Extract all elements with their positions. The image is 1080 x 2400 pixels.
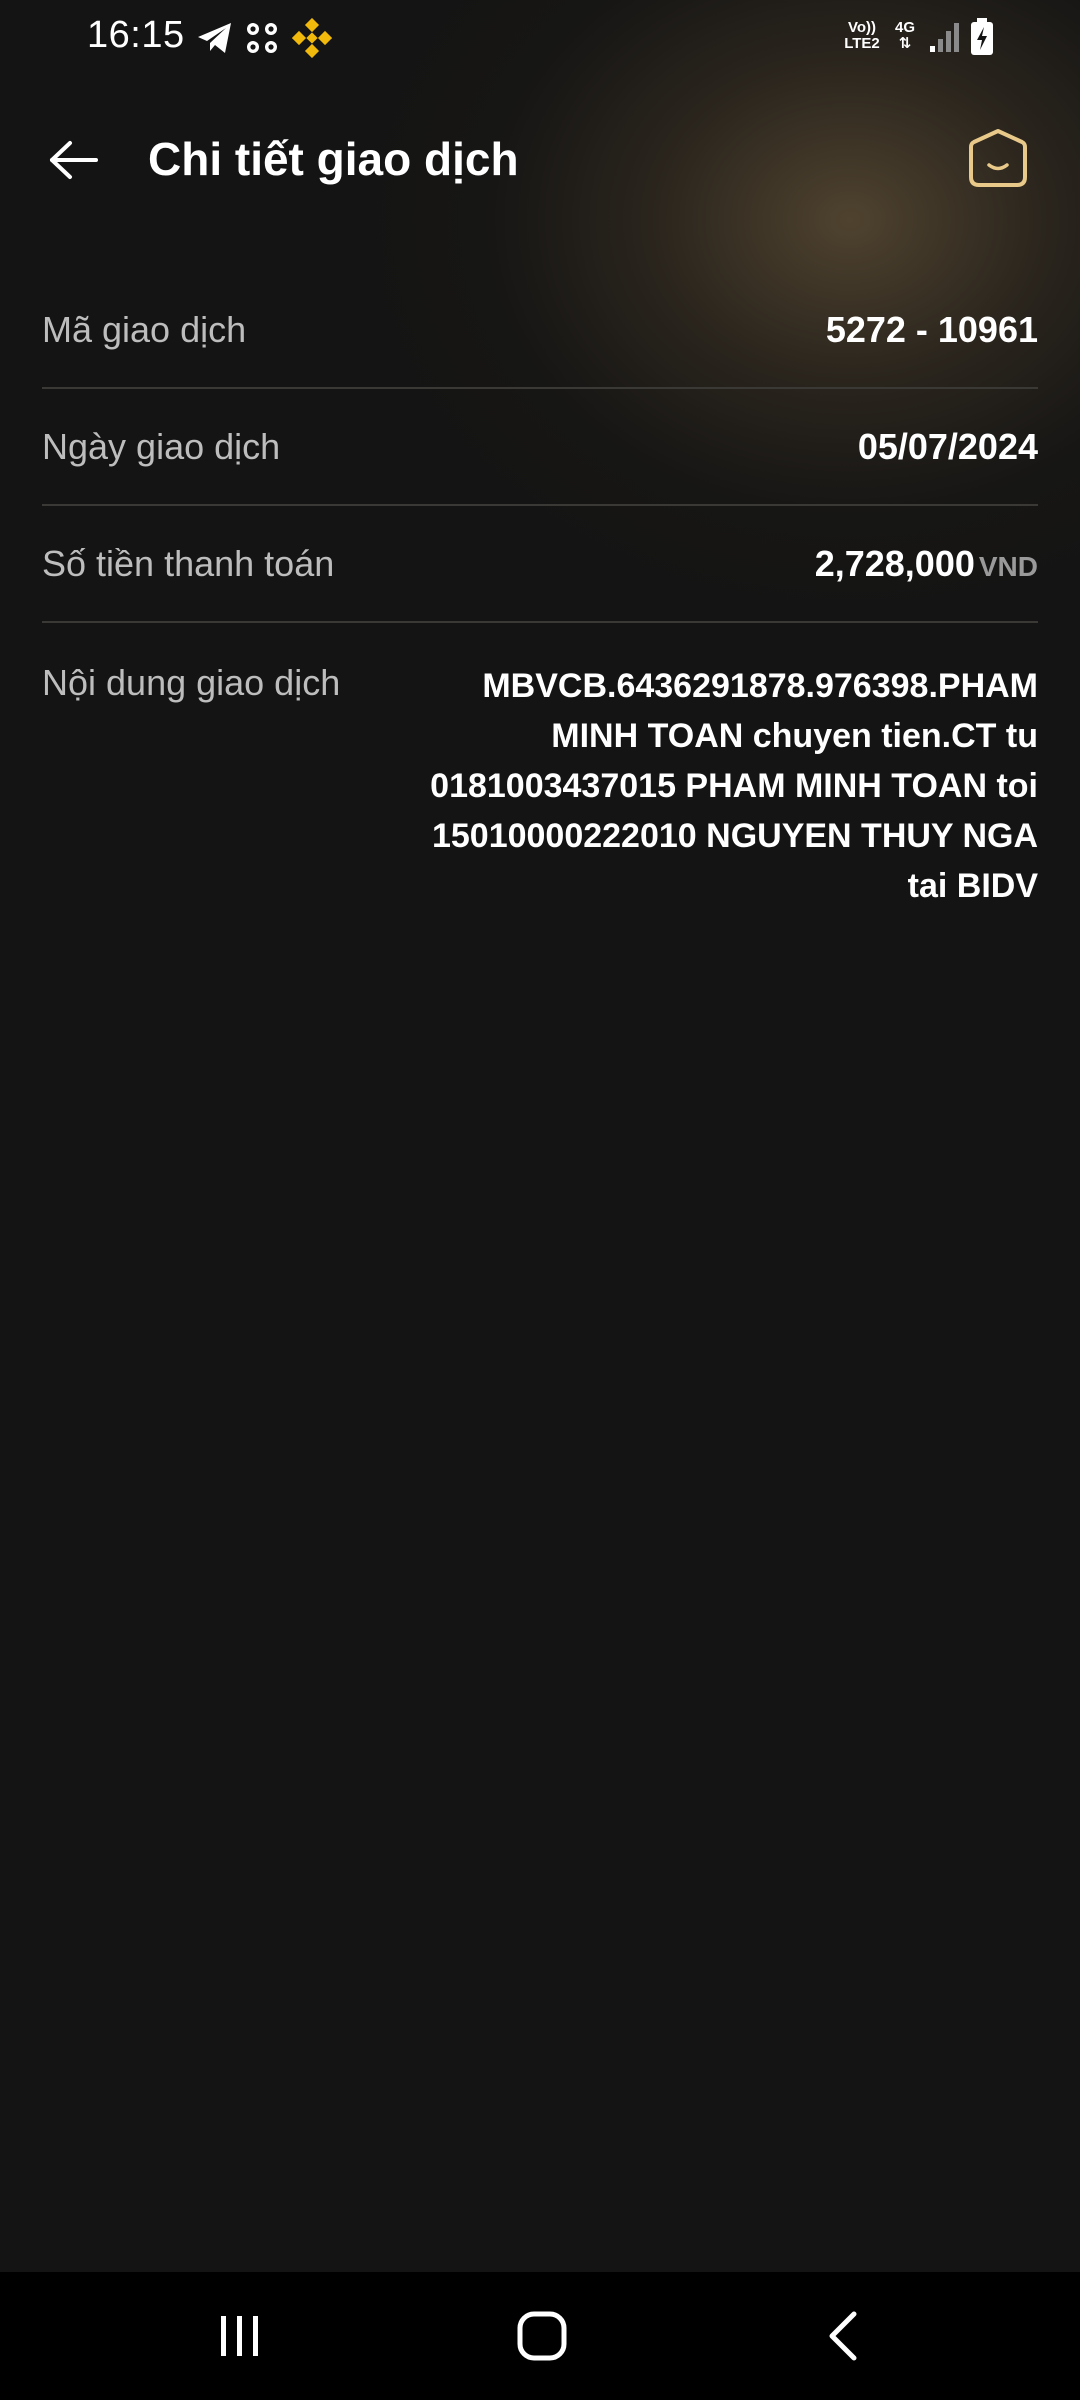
- binance-icon: [292, 18, 332, 58]
- home-nav-button[interactable]: [482, 2296, 602, 2376]
- data-type-label: 4G ⇅: [894, 19, 915, 52]
- arrow-left-icon: [50, 141, 98, 179]
- home-button[interactable]: [960, 118, 1036, 198]
- detail-row-transaction-id: Mã giao dịch 5272 - 10961: [42, 272, 1038, 389]
- status-bar: 16:15 Vo)) LTE2 4G ⇅: [0, 0, 1080, 80]
- data-arrows-icon: ⇅: [898, 35, 912, 52]
- detail-row-transaction-date: Ngày giao dịch 05/07/2024: [42, 389, 1038, 506]
- payment-amount-value-wrap: 2,728,000 VND: [815, 542, 1038, 589]
- transaction-content-value: MBVCB.6436291878.976398.PHAM MINH TOAN c…: [430, 667, 1038, 905]
- transaction-date-value: 05/07/2024: [857, 426, 1038, 467]
- battery-charging-icon: [971, 18, 993, 55]
- system-nav-bar: [0, 2272, 1080, 2400]
- back-icon: [829, 2311, 857, 2361]
- telegram-icon: [198, 23, 231, 53]
- detail-row-payment-amount: Số tiền thanh toán 2,728,000 VND: [42, 506, 1038, 623]
- transaction-content-label: Nội dung giao dịch: [42, 662, 341, 703]
- recent-apps-icon: [221, 2316, 258, 2356]
- recent-apps-button[interactable]: [180, 2296, 300, 2376]
- app-header: Chi tiết giao dịch: [0, 110, 1080, 210]
- detail-row-transaction-content: Nội dung giao dịch MBVCB.6436291878.9763…: [42, 623, 1038, 911]
- transaction-detail-screen: 16:15 Vo)) LTE2 4G ⇅ Chi tiết giao dịch …: [0, 0, 1080, 2400]
- payment-amount-label: Số tiền thanh toán: [42, 543, 335, 584]
- page-title: Chi tiết giao dịch: [148, 133, 519, 185]
- home-button-icon: [517, 2311, 567, 2361]
- transaction-date-label: Ngày giao dịch: [42, 426, 281, 467]
- transaction-id-label: Mã giao dịch: [42, 309, 247, 350]
- status-time: 16:15: [87, 14, 185, 56]
- home-icon: [969, 129, 1027, 187]
- volte-label: Vo)) LTE2: [844, 19, 880, 52]
- back-button[interactable]: [36, 130, 112, 190]
- payment-amount-value: 2,728,000: [814, 543, 975, 584]
- transaction-details: Mã giao dịch 5272 - 10961 Ngày giao dịch…: [42, 272, 1038, 911]
- momo-icon: [247, 23, 277, 53]
- back-nav-button[interactable]: [784, 2296, 904, 2376]
- transaction-id-value: 5272 - 10961: [825, 309, 1038, 350]
- payment-currency: VND: [978, 551, 1038, 582]
- signal-icon: [930, 23, 959, 52]
